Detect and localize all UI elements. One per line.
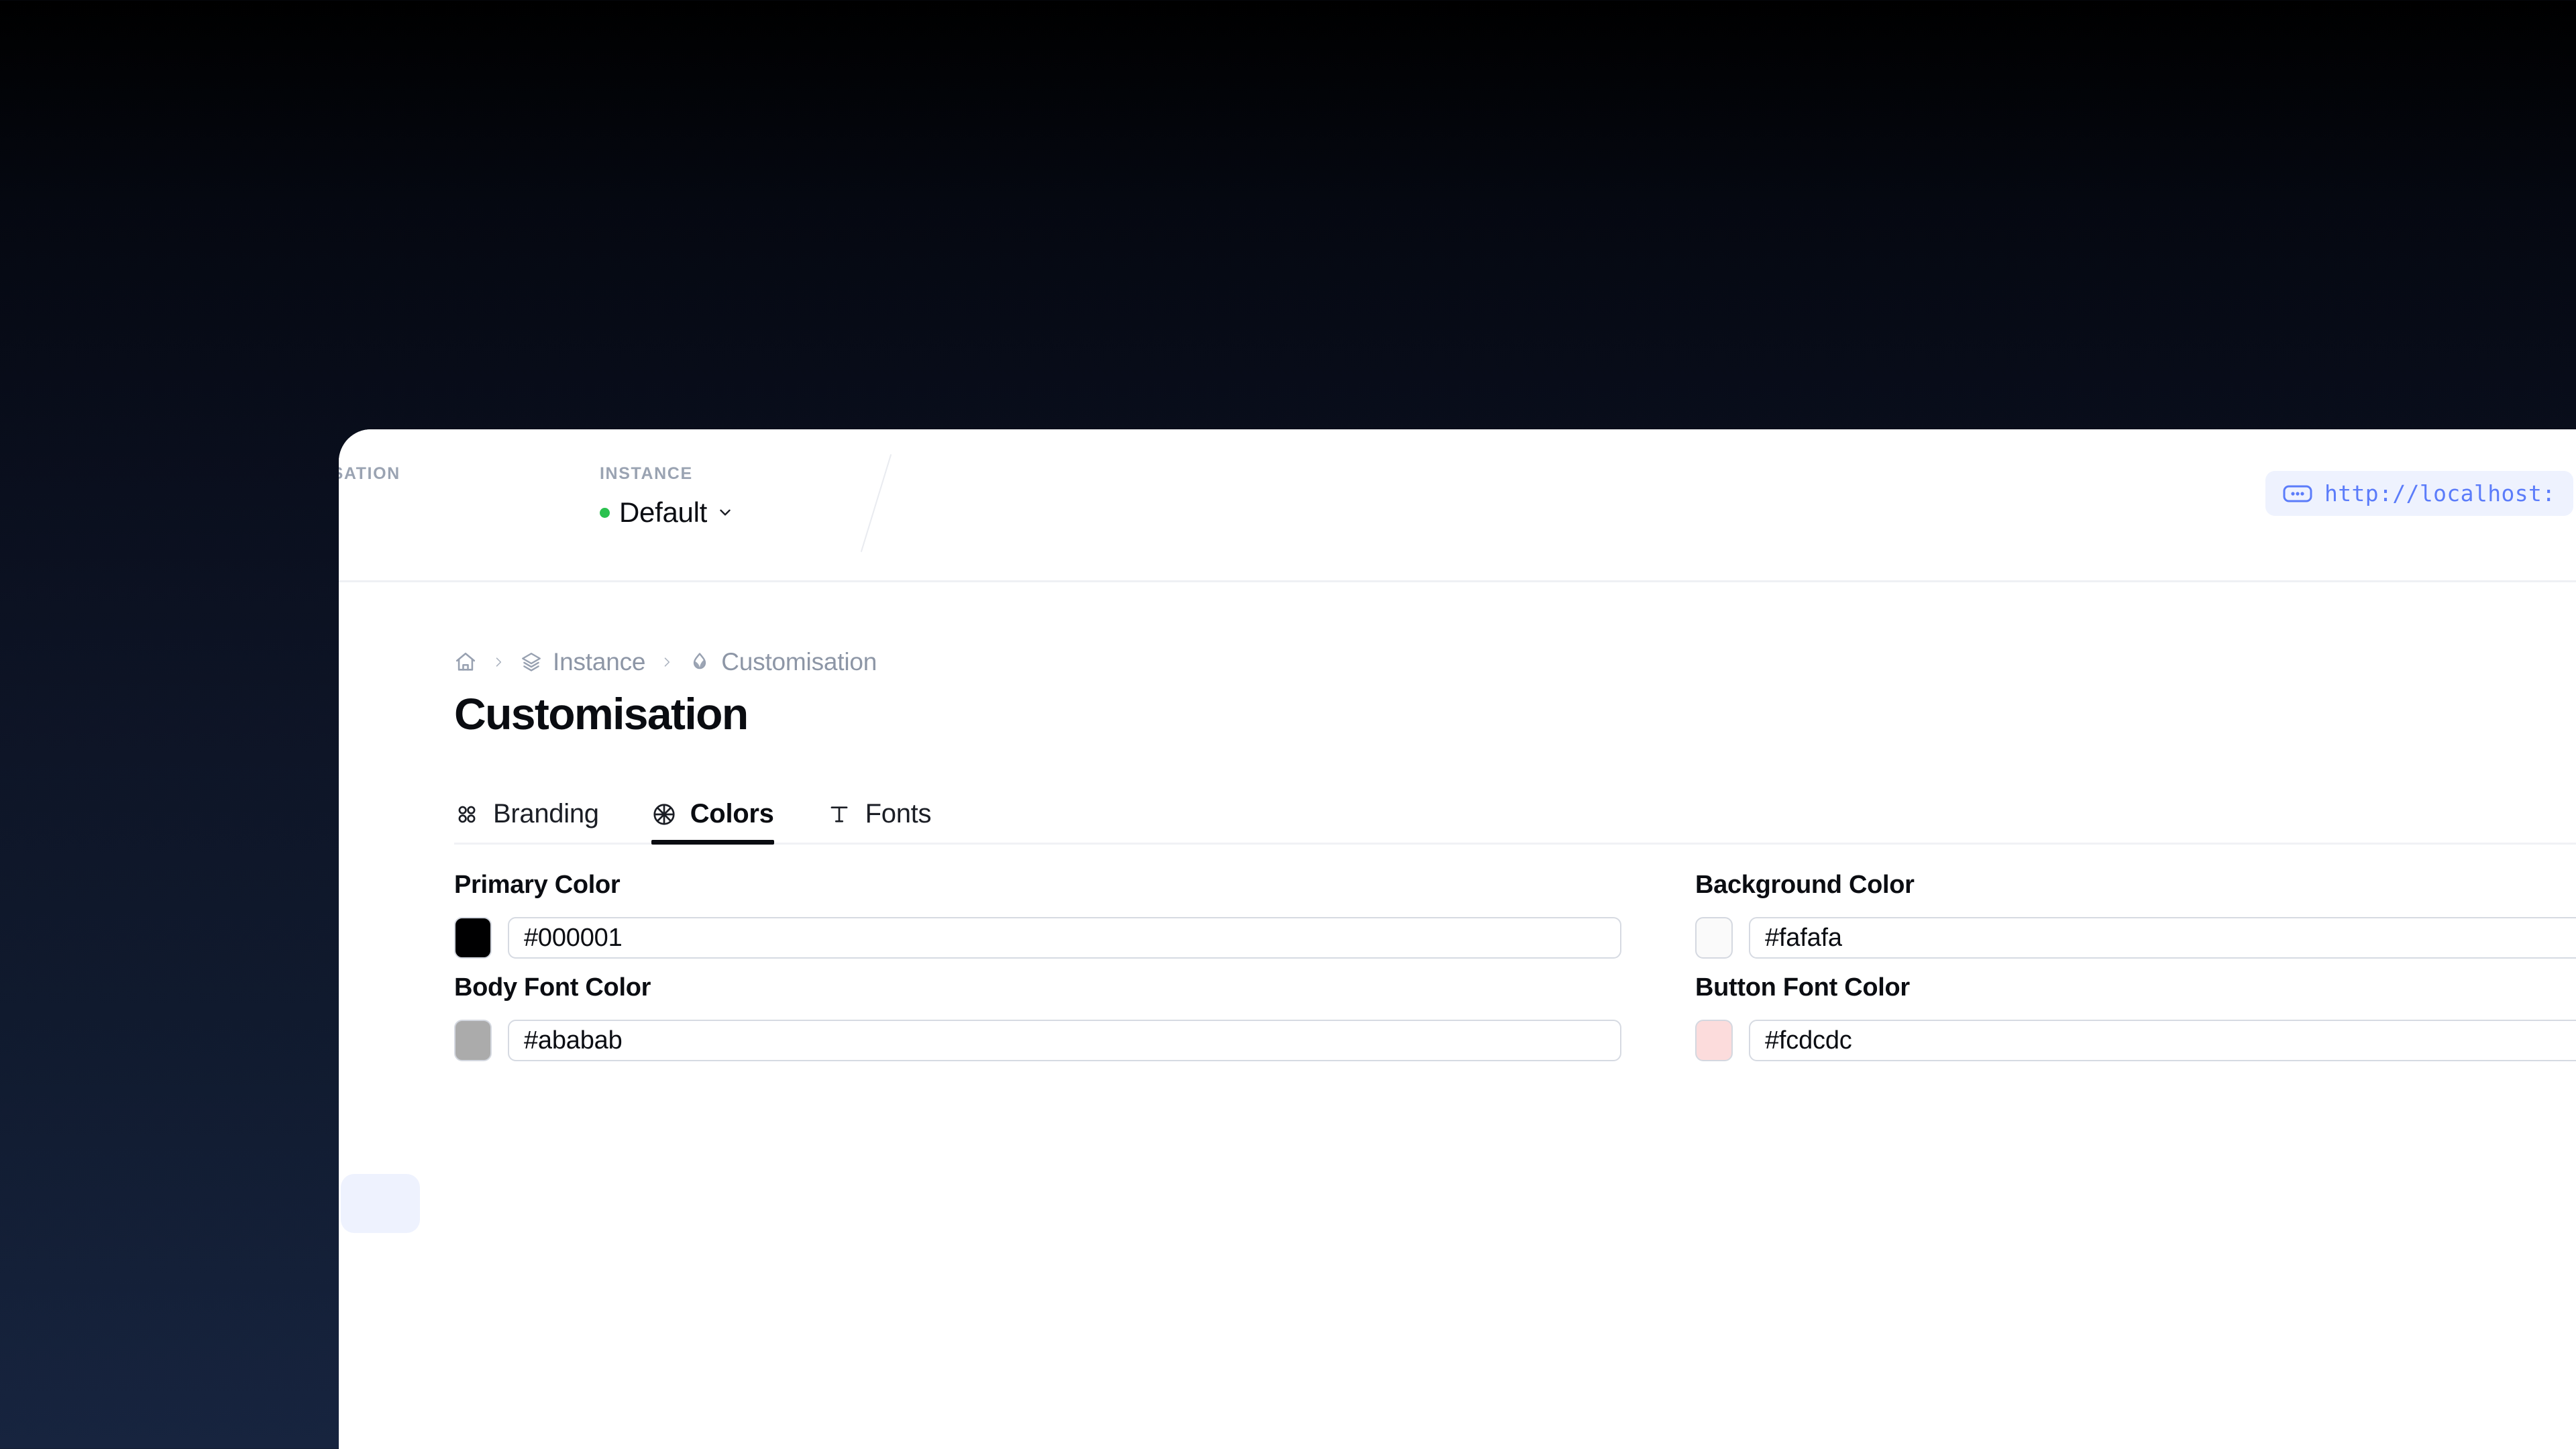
hex-value-body-font-color: #ababab [524, 1026, 623, 1055]
layers-icon [520, 651, 543, 674]
tab-label-branding: Branding [493, 799, 599, 828]
tab-fonts[interactable]: Fonts [826, 786, 952, 843]
chevron-right-icon [660, 651, 674, 673]
chevron-right-icon [492, 651, 505, 673]
breadcrumb-label-instance: Instance [553, 648, 646, 676]
breadcrumb-item-instance[interactable]: Instance [520, 648, 645, 676]
hex-value-primary-color: #000001 [524, 923, 623, 952]
breadcrumb-label-customisation: Customisation [721, 648, 877, 676]
hex-input-background-color[interactable]: #fafafa [1749, 917, 2576, 959]
address-bar-icon [2283, 484, 2312, 504]
field-label-button-font-color: Button Font Color [1695, 973, 1910, 1002]
breadcrumb-item-home[interactable] [454, 651, 477, 674]
grid-dots-icon [454, 802, 480, 827]
field-label-background-color: Background Color [1695, 871, 1915, 899]
chevron-down-icon [716, 504, 734, 521]
color-wheel-icon [651, 802, 677, 827]
field-label-body-font-color: Body Font Color [454, 973, 651, 1002]
organisation-switcher[interactable]: ORGANISATION har [339, 464, 400, 529]
droplet-icon [688, 651, 711, 674]
instance-value: Default [619, 496, 707, 528]
breadcrumb: Instance Customisation [454, 648, 877, 676]
text-t-icon [826, 802, 852, 827]
app-header: ORGANISATION har INSTANCE Default [339, 429, 2576, 582]
instance-url-badge[interactable]: http://localhost: [2265, 471, 2573, 516]
sidebar-active-item-pill[interactable] [341, 1174, 420, 1233]
field-label-primary-color: Primary Color [454, 871, 621, 899]
tab-colors[interactable]: Colors [651, 786, 794, 845]
hex-value-background-color: #fafafa [1765, 923, 1842, 952]
instance-label: INSTANCE [600, 464, 693, 483]
color-swatch-body-font-color[interactable] [454, 1020, 492, 1061]
field-button-font-color: Button Font Color #fcdcdc [1695, 973, 2576, 1076]
field-primary-color: Primary Color #000001 [454, 871, 1695, 973]
home-icon [454, 651, 477, 674]
field-background-color: Background Color #fafafa [1695, 871, 2576, 973]
breadcrumb-item-customisation[interactable]: Customisation [688, 648, 877, 676]
organisation-label: ORGANISATION [339, 464, 400, 483]
header-divider [860, 454, 892, 552]
color-swatch-background-color[interactable] [1695, 917, 1733, 959]
app-window: ORGANISATION har INSTANCE Default [339, 429, 2576, 1449]
tab-branding[interactable]: Branding [454, 786, 619, 843]
tab-label-colors: Colors [690, 799, 774, 828]
tabs-strip: Branding Colors Fonts [454, 786, 2576, 845]
tab-label-fonts: Fonts [865, 799, 932, 828]
page-title: Customisation [454, 689, 749, 739]
color-fields-grid: Primary Color #000001 Background Color #… [454, 871, 2576, 1076]
hex-input-button-font-color[interactable]: #fcdcdc [1749, 1020, 2576, 1061]
hex-input-primary-color[interactable]: #000001 [508, 917, 1621, 959]
color-swatch-primary-color[interactable] [454, 917, 492, 959]
instance-switcher[interactable]: INSTANCE Default [600, 464, 734, 529]
hex-input-body-font-color[interactable]: #ababab [508, 1020, 1621, 1061]
instance-url-text: http://localhost: [2324, 480, 2556, 506]
hex-value-button-font-color: #fcdcdc [1765, 1026, 1852, 1055]
color-swatch-button-font-color[interactable] [1695, 1020, 1733, 1061]
field-body-font-color: Body Font Color #ababab [454, 973, 1695, 1076]
tabs-bar: Branding Colors Fonts [454, 786, 2576, 845]
instance-status-dot-icon [600, 507, 610, 518]
